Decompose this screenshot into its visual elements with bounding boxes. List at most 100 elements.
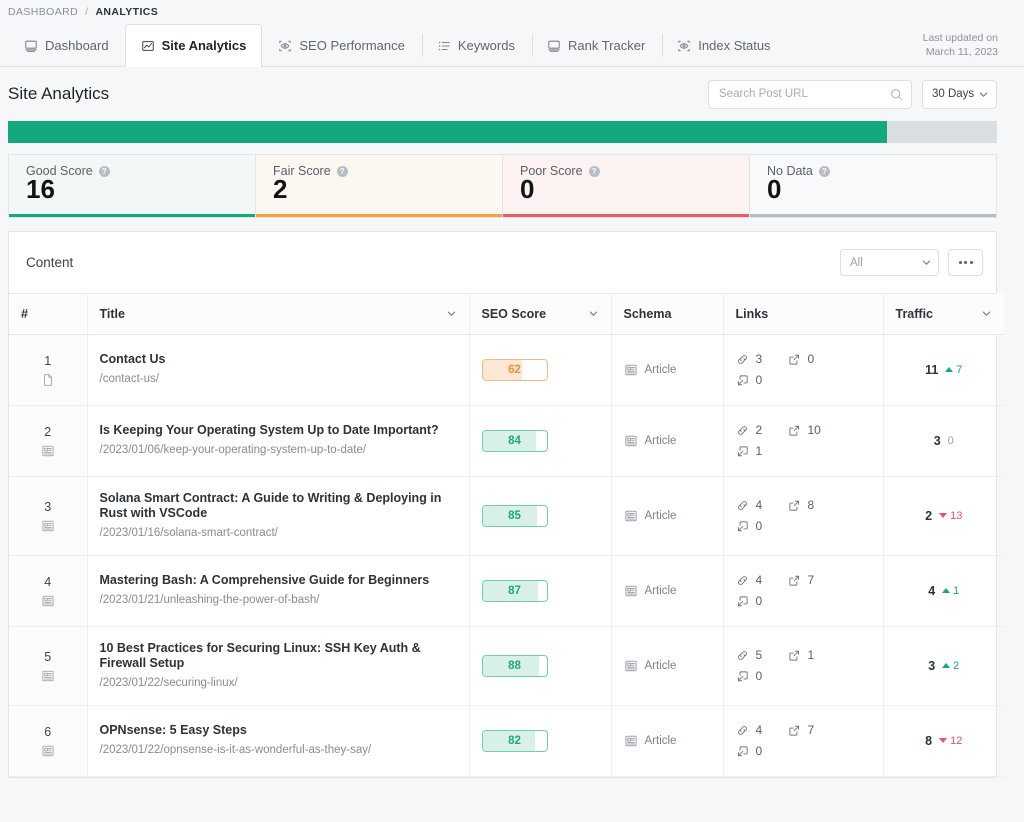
- table-row[interactable]: 1 Contact Us/contact-us/62 Article 3 0 0 11 7: [9, 334, 1004, 406]
- internal-links-count: 4: [755, 573, 763, 587]
- traffic-value: 3: [928, 658, 936, 673]
- page-title: Site Analytics: [8, 84, 110, 103]
- traffic-value: 11: [925, 362, 939, 377]
- links-row-bottom: 0: [736, 516, 871, 537]
- help-icon[interactable]: ?: [98, 165, 110, 177]
- row-title-cell[interactable]: OPNsense: 5 Easy Steps/2023/01/22/opnsen…: [87, 705, 470, 777]
- score-card-fair-score[interactable]: Fair Score? 2: [256, 155, 503, 217]
- inbound-links: 1: [736, 444, 782, 458]
- external-link-icon: [788, 725, 799, 736]
- column-header-traffic[interactable]: Traffic: [883, 294, 1004, 335]
- inbound-links: 0: [736, 669, 782, 683]
- table-row[interactable]: 2 Is Keeping Your Operating System Up to …: [9, 405, 1004, 477]
- post-title: 10 Best Practices for Securing Linux: SS…: [99, 640, 421, 671]
- row-seo-cell: 62: [469, 334, 612, 406]
- help-icon[interactable]: ?: [336, 165, 348, 177]
- table-row[interactable]: 3 Solana Smart Contract: A Guide to Writi…: [9, 476, 1004, 556]
- row-title-cell[interactable]: 10 Best Practices for Securing Linux: SS…: [87, 626, 470, 706]
- links-row-top: 51: [736, 645, 871, 666]
- breadcrumb: DASHBOARD / ANALYTICS: [0, 0, 1024, 24]
- breadcrumb-dashboard[interactable]: DASHBOARD: [8, 6, 78, 18]
- column-header-seo[interactable]: SEO Score: [469, 294, 612, 335]
- row-schema-cell: Article: [611, 476, 724, 556]
- column-header-links: Links: [723, 294, 884, 335]
- chevron-down-icon: [447, 311, 455, 317]
- links-row-top: 2 10: [736, 420, 871, 441]
- list-icon: [438, 41, 450, 50]
- column-header-inner: #: [21, 307, 75, 321]
- seo-score-value: 87: [508, 584, 521, 597]
- row-seo-cell: 88: [469, 626, 612, 706]
- seo-score-badge: 88: [481, 654, 548, 677]
- row-title-cell[interactable]: Solana Smart Contract: A Guide to Writin…: [87, 476, 470, 556]
- more-options-button[interactable]: [948, 249, 983, 276]
- date-range-select[interactable]: 30 Days: [922, 79, 997, 109]
- tab-keywords[interactable]: Keywords: [421, 24, 531, 66]
- row-number: 5: [44, 649, 52, 664]
- tab-index-status[interactable]: Index Status: [661, 24, 786, 66]
- article-icon: [624, 435, 637, 446]
- internal-links-count: 4: [755, 498, 763, 512]
- row-traffic-cell: 11 7: [883, 334, 1004, 406]
- inbound-links-count: 0: [755, 373, 763, 387]
- breadcrumb-analytics: ANALYTICS: [95, 6, 159, 18]
- links-row-bottom: 0: [736, 741, 871, 762]
- traffic-value: 2: [925, 508, 933, 523]
- chevron-down-icon: [589, 311, 597, 317]
- inbound-links-count: 0: [755, 519, 763, 533]
- row-title-cell[interactable]: Mastering Bash: A Comprehensive Guide fo…: [87, 555, 470, 627]
- article-icon: [624, 660, 637, 671]
- external-links-count: 7: [807, 723, 815, 737]
- external-link-icon: [788, 425, 799, 436]
- row-seo-cell: 87: [469, 555, 612, 627]
- schema-type: Article: [624, 734, 711, 748]
- seo-score-badge: 85: [481, 504, 548, 527]
- row-seo-cell: 84: [469, 405, 612, 477]
- score-card-poor-score[interactable]: Poor Score? 0: [503, 155, 750, 217]
- internal-links: 5: [736, 648, 782, 662]
- inbound-links-count: 0: [755, 594, 763, 608]
- column-header-title[interactable]: Title: [87, 294, 470, 335]
- schema-type: Article: [624, 584, 711, 598]
- row-title-cell[interactable]: Contact Us/contact-us/: [87, 334, 470, 406]
- chart-line-icon: [141, 40, 154, 51]
- links-group: 51 0: [736, 645, 871, 687]
- row-title-cell[interactable]: Is Keeping Your Operating System Up to D…: [87, 405, 470, 477]
- tab-rank-tracker[interactable]: Rank Tracker: [531, 24, 661, 66]
- help-icon[interactable]: ?: [588, 165, 600, 177]
- row-number-cell: 6: [9, 705, 88, 777]
- traffic-value: 4: [928, 583, 936, 598]
- search-input[interactable]: [719, 88, 890, 100]
- content-panel-title: Content: [26, 255, 74, 270]
- score-card-no-data[interactable]: No Data? 0: [750, 155, 996, 217]
- inbound-links-count: 0: [755, 744, 763, 758]
- tab-label: Dashboard: [45, 38, 109, 53]
- article-icon: [42, 670, 54, 681]
- tab-seo-performance[interactable]: SEO Performance: [262, 24, 421, 66]
- schema-label: Article: [644, 659, 677, 672]
- row-schema-cell: Article: [611, 555, 724, 627]
- help-icon[interactable]: ?: [818, 165, 830, 177]
- content-panel: Content All # Title SEO Score Schema Links Tr…: [8, 231, 1004, 778]
- article-icon: [42, 745, 54, 756]
- ellipsis-icon: [969, 261, 973, 264]
- chain-link-icon: [737, 650, 747, 660]
- tab-site-analytics[interactable]: Site Analytics: [124, 24, 263, 67]
- tab-dashboard[interactable]: Dashboard: [8, 24, 125, 66]
- table-row[interactable]: 4 Mastering Bash: A Comprehensive Guide f…: [9, 555, 1004, 627]
- score-card-value: 0: [520, 174, 535, 204]
- post-title: Is Keeping Your Operating System Up to D…: [99, 423, 439, 438]
- traffic-group: 32: [896, 659, 993, 673]
- traffic-group: 2 13: [896, 509, 993, 523]
- eye-scan-icon: [678, 40, 691, 51]
- score-card-good-score[interactable]: Good Score? 16: [9, 155, 256, 217]
- search-box[interactable]: [708, 79, 912, 109]
- traffic-delta: 7: [945, 364, 962, 376]
- score-card-value: 2: [273, 174, 288, 204]
- last-updated: Last updated on March 11, 2023: [923, 31, 1024, 59]
- table-row[interactable]: 6 OPNsense: 5 Easy Steps/2023/01/22/opnse…: [9, 705, 1004, 777]
- content-filter-select[interactable]: All: [840, 249, 939, 276]
- chain-link-icon: [737, 725, 747, 735]
- column-header-label: SEO Score: [481, 306, 547, 321]
- table-row[interactable]: 5 10 Best Practices for Securing Linux: S…: [9, 626, 1004, 706]
